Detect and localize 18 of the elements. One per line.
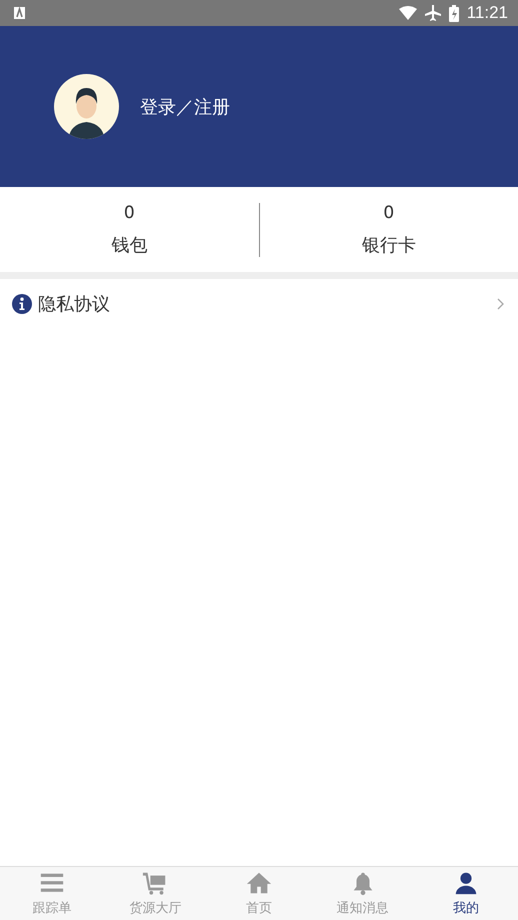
battery-icon — [448, 4, 459, 22]
info-icon — [12, 294, 32, 314]
stat-item[interactable]: 0 银行卡 — [260, 202, 518, 256]
wifi-icon — [398, 6, 417, 20]
clock-time: 11:21 — [466, 3, 508, 23]
chevron-right-icon — [497, 298, 504, 310]
stat-label: 钱包 — [111, 234, 148, 256]
stat-value: 0 — [124, 202, 135, 222]
stat-item[interactable]: 0 钱包 — [0, 202, 258, 256]
notification-icon — [14, 7, 25, 19]
avatar[interactable] — [54, 74, 119, 139]
menu-item[interactable]: 隐私协议 — [0, 279, 518, 328]
login-register-link[interactable]: 登录／注册 — [140, 94, 230, 118]
airplane-icon — [424, 5, 441, 21]
tab[interactable]: 我的 — [414, 867, 518, 920]
stat-value: 0 — [383, 202, 394, 222]
stat-label: 银行卡 — [362, 234, 416, 256]
home-icon — [246, 870, 272, 896]
